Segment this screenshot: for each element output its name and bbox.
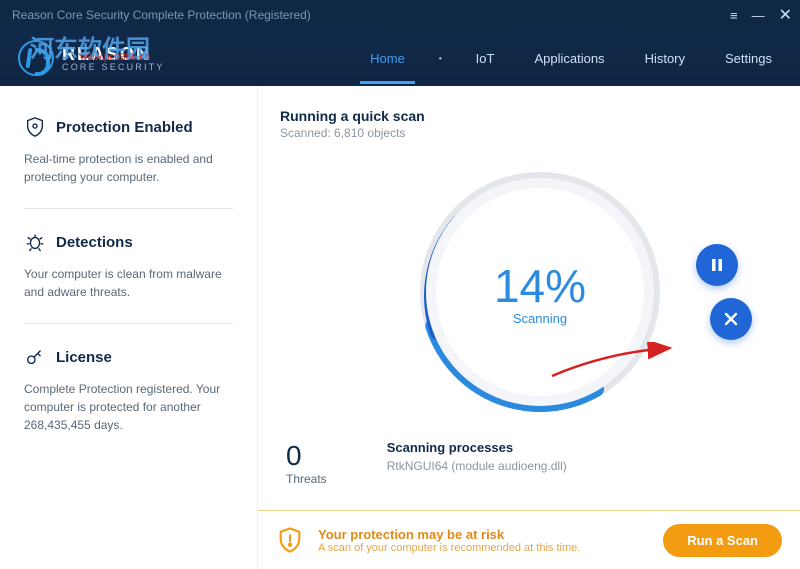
- license-desc: Complete Protection registered. Your com…: [24, 380, 233, 434]
- threats-counter: 0 Threats: [286, 440, 327, 486]
- protection-title: Protection Enabled: [56, 119, 193, 136]
- risk-banner: Your protection may be at risk A scan of…: [258, 510, 800, 569]
- progress-center: 14% Scanning: [436, 188, 644, 396]
- sidebar: Protection Enabled Real-time protection …: [0, 86, 258, 569]
- process-heading: Scanning processes: [387, 440, 567, 455]
- protection-desc: Real-time protection is enabled and prot…: [24, 150, 233, 186]
- menu-icon[interactable]: ≡: [730, 8, 738, 23]
- nav-applications[interactable]: Applications: [528, 33, 610, 84]
- key-icon: [24, 346, 46, 368]
- pause-button[interactable]: [696, 244, 738, 286]
- x-icon: [723, 311, 739, 327]
- scan-title: Running a quick scan: [280, 108, 800, 124]
- nav-home[interactable]: Home: [364, 33, 411, 84]
- run-scan-button[interactable]: Run a Scan: [663, 524, 782, 557]
- main-nav: Home • IoT Applications History Settings: [364, 33, 778, 84]
- bug-icon: [24, 231, 46, 253]
- risk-title: Your protection may be at risk: [318, 527, 580, 542]
- detections-desc: Your computer is clean from malware and …: [24, 265, 233, 301]
- scan-stats: 0 Threats Scanning processes RtkNGUI64 (…: [280, 440, 800, 486]
- shield-icon: [24, 116, 46, 138]
- close-icon[interactable]: ✕: [779, 5, 792, 25]
- detections-section: Detections Your computer is clean from m…: [24, 231, 233, 324]
- license-title: License: [56, 349, 112, 366]
- main-panel: Running a quick scan Scanned: 6,810 obje…: [258, 86, 800, 569]
- license-section: License Complete Protection registered. …: [24, 346, 233, 456]
- risk-subtitle: A scan of your computer is recommended a…: [318, 542, 580, 554]
- nav-settings[interactable]: Settings: [719, 33, 778, 84]
- pause-icon: [709, 257, 725, 273]
- app-logo: REASON CORE SECURITY: [18, 40, 165, 76]
- protection-section: Protection Enabled Real-time protection …: [24, 116, 233, 209]
- nav-separator-icon: •: [439, 54, 442, 63]
- minimize-icon[interactable]: —: [752, 8, 765, 23]
- threats-count: 0: [286, 440, 327, 472]
- process-value: RtkNGUI64 (module audioeng.dll): [387, 459, 567, 473]
- header: REASON CORE SECURITY Home • IoT Applicat…: [0, 30, 800, 86]
- window-controls: ≡ — ✕: [730, 5, 792, 25]
- window-title: Reason Core Security Complete Protection…: [12, 8, 311, 22]
- threats-label: Threats: [286, 472, 327, 486]
- scan-subtitle: Scanned: 6,810 objects: [280, 126, 800, 140]
- nav-iot[interactable]: IoT: [470, 33, 501, 84]
- current-process: Scanning processes RtkNGUI64 (module aud…: [387, 440, 567, 473]
- logo-mark-icon: [18, 40, 54, 76]
- detections-title: Detections: [56, 234, 133, 251]
- titlebar: Reason Core Security Complete Protection…: [0, 0, 800, 30]
- brand-name: REASON: [62, 45, 165, 63]
- content-body: Protection Enabled Real-time protection …: [0, 86, 800, 569]
- nav-history[interactable]: History: [639, 33, 691, 84]
- percent-value: 14%: [494, 259, 586, 313]
- warning-shield-icon: [276, 526, 304, 554]
- risk-text: Your protection may be at risk A scan of…: [318, 527, 580, 554]
- percent-label: Scanning: [513, 311, 567, 326]
- progress-ring: 14% Scanning: [400, 152, 680, 432]
- cancel-button[interactable]: [710, 298, 752, 340]
- brand-subtitle: CORE SECURITY: [62, 63, 165, 72]
